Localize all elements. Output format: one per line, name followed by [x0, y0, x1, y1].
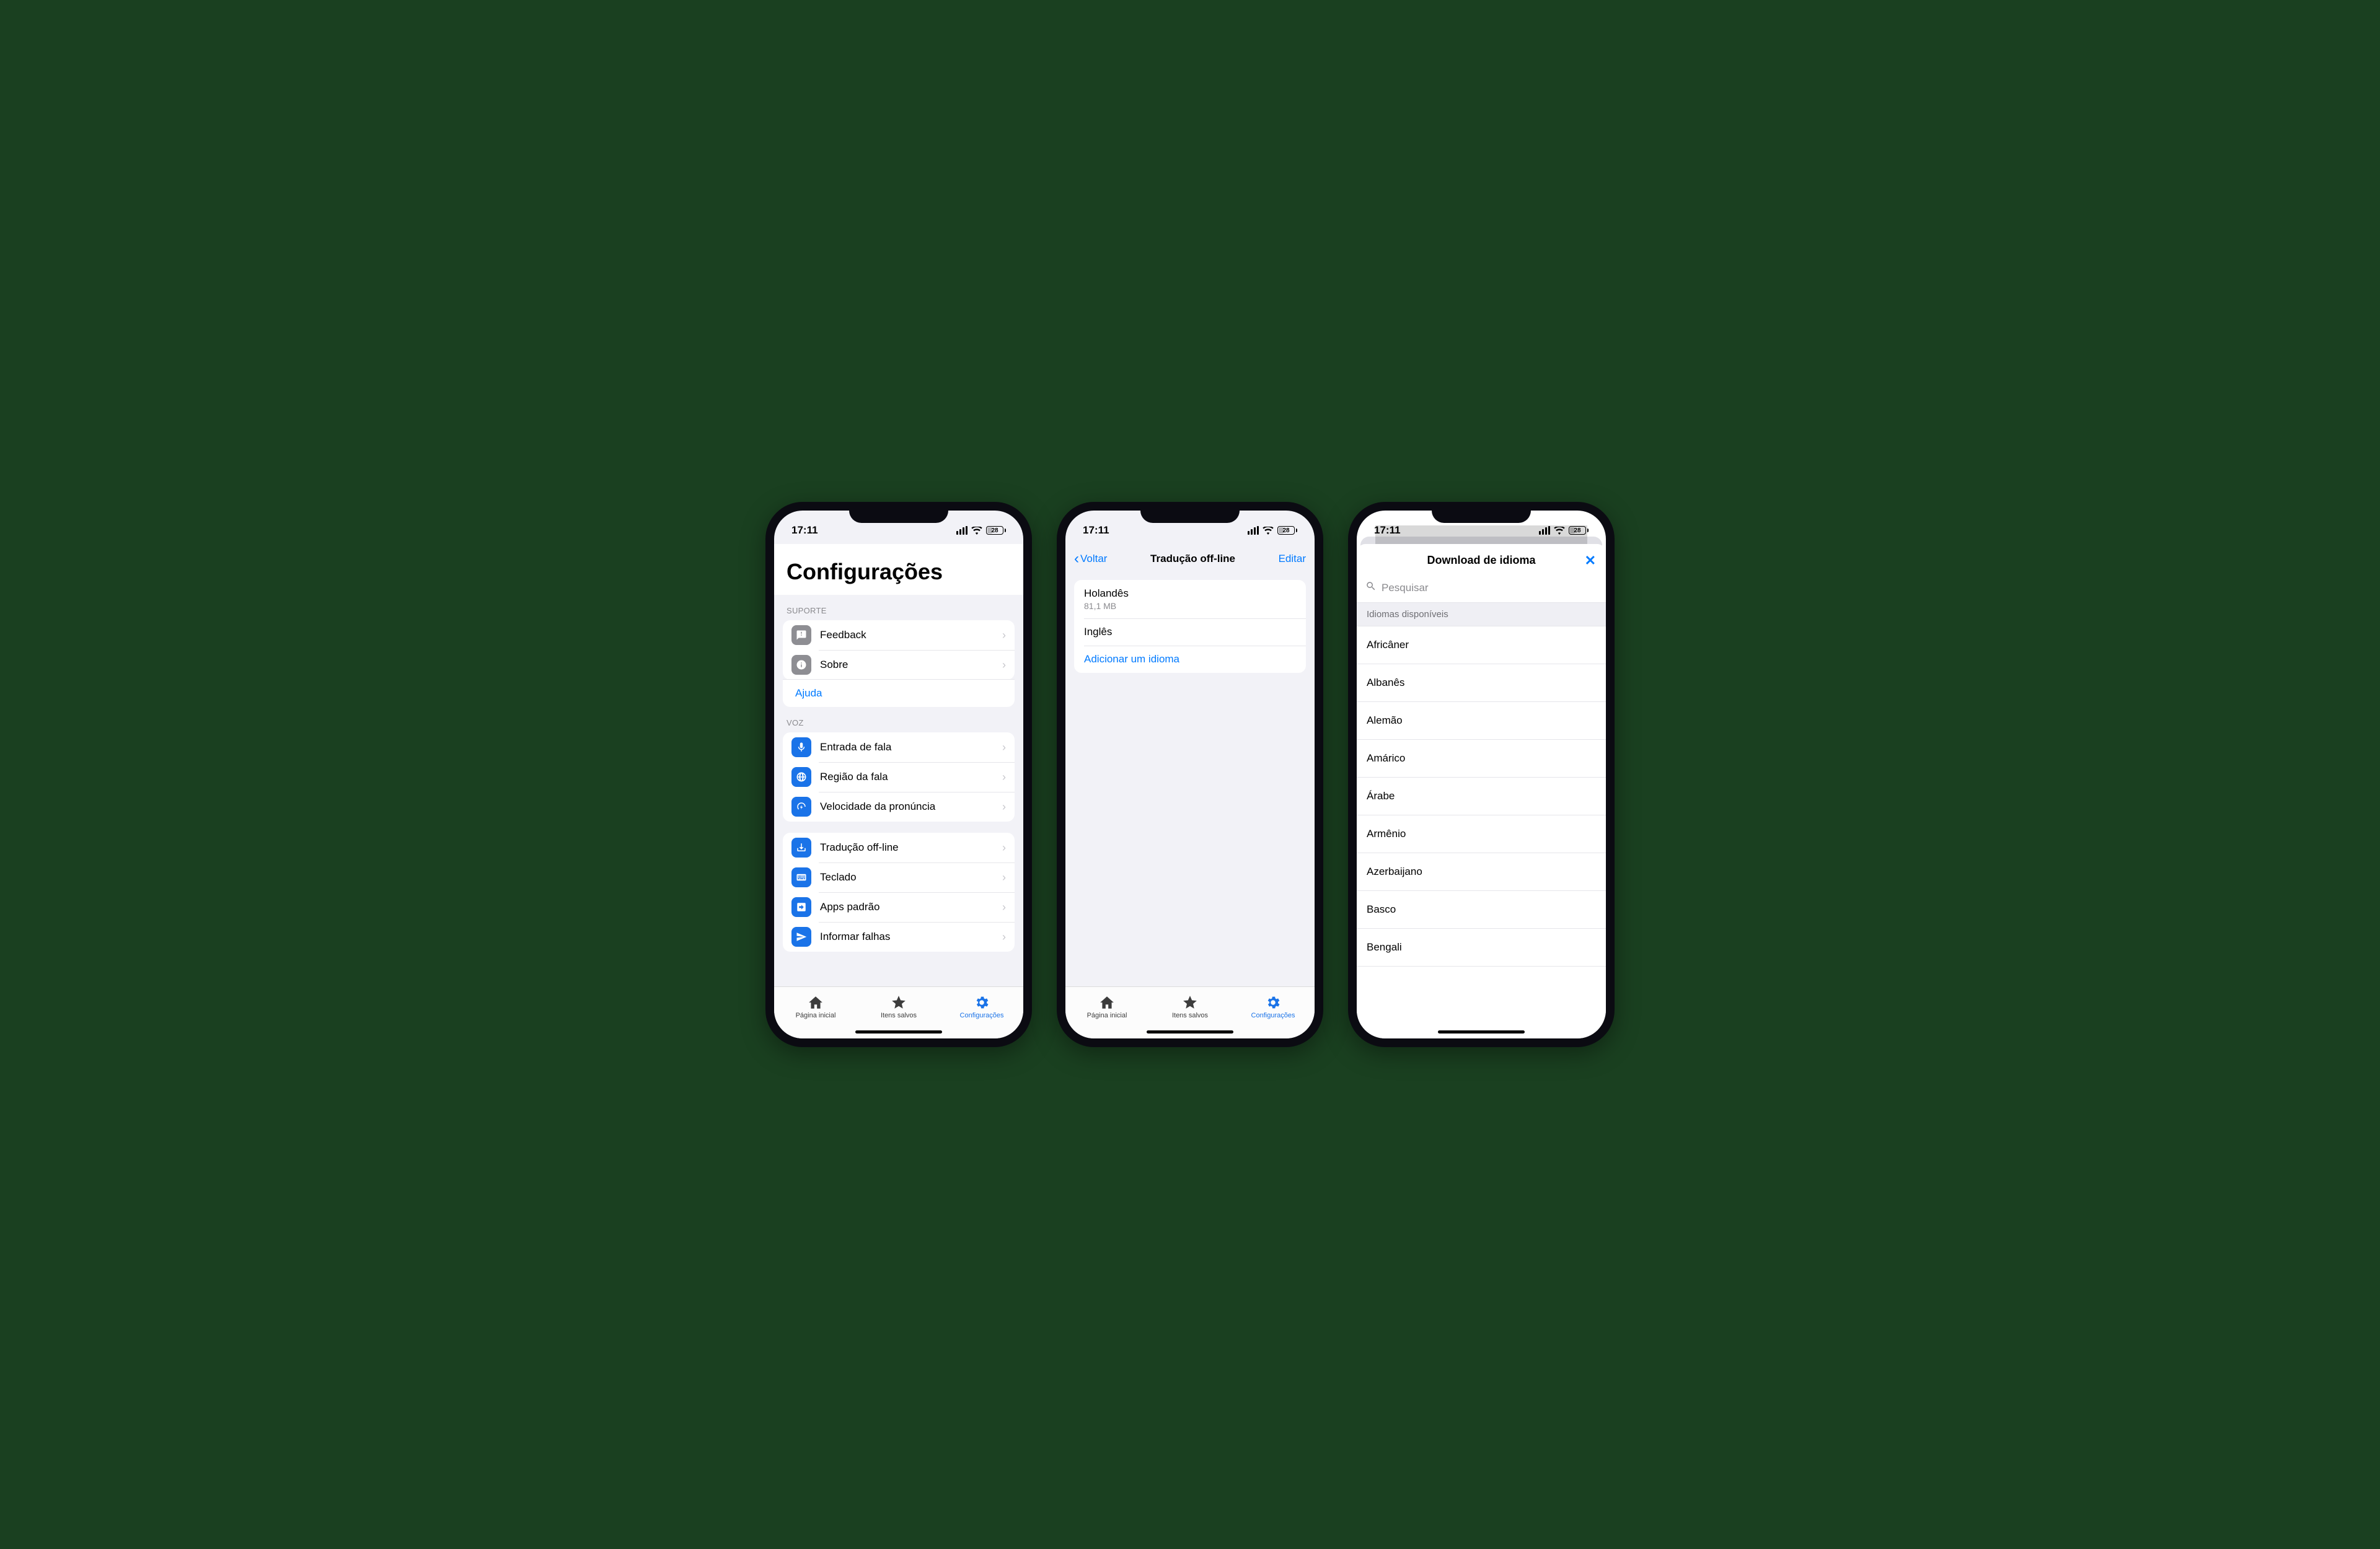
close-icon[interactable]: ✕ — [1585, 553, 1596, 569]
lang-row-holandes[interactable]: Holandês 81,1 MB — [1074, 580, 1306, 618]
nav-back-button[interactable]: ‹ Voltar — [1074, 550, 1107, 568]
mic-icon — [791, 737, 811, 757]
chevron-right-icon: › — [1002, 841, 1006, 854]
feedback-icon — [791, 625, 811, 645]
home-indicator[interactable] — [1147, 1030, 1233, 1033]
home-indicator[interactable] — [1438, 1030, 1525, 1033]
keyboard-icon — [791, 867, 811, 887]
list-item[interactable]: Alemão — [1357, 702, 1606, 740]
row-regiao-fala[interactable]: Região da fala › — [783, 762, 1015, 792]
status-time: 17:11 — [791, 524, 818, 537]
notch — [1432, 502, 1531, 523]
row-label: Região da fala — [820, 771, 994, 783]
search-input[interactable]: Pesquisar — [1357, 577, 1606, 603]
signal-icon — [1248, 526, 1259, 535]
chevron-right-icon: › — [1002, 629, 1006, 642]
phone-frame-3: 17:11 28 Download de idioma ✕ Pesquisar … — [1348, 502, 1615, 1047]
list-item[interactable]: Basco — [1357, 891, 1606, 929]
globe-icon — [791, 767, 811, 787]
download-language-sheet: Download de idioma ✕ Pesquisar Idiomas d… — [1357, 544, 1606, 1038]
chevron-right-icon: › — [1002, 659, 1006, 672]
list-item[interactable]: Bengali — [1357, 929, 1606, 967]
tab-settings[interactable]: Configurações — [1232, 987, 1315, 1026]
section-suporte-header: SUPORTE — [774, 595, 1023, 620]
phone-frame-2: 17:11 28 ‹ Voltar Tradução off-line Edit… — [1057, 502, 1323, 1047]
tab-home[interactable]: Página inicial — [774, 987, 857, 1026]
row-label: Feedback — [820, 629, 994, 641]
wifi-icon — [1263, 527, 1274, 535]
download-icon — [791, 838, 811, 858]
battery-icon: 28 — [1569, 526, 1589, 535]
list-item[interactable]: Albanês — [1357, 664, 1606, 702]
nav-edit-button[interactable]: Editar — [1279, 553, 1306, 565]
tab-home[interactable]: Página inicial — [1065, 987, 1148, 1026]
row-entrada-fala[interactable]: Entrada de fala › — [783, 732, 1015, 762]
home-indicator[interactable] — [855, 1030, 942, 1033]
nav-bar: ‹ Voltar Tradução off-line Editar — [1065, 544, 1315, 575]
link-ajuda[interactable]: Ajuda — [783, 679, 1015, 707]
offline-langs-group: Holandês 81,1 MB Inglês Adicionar um idi… — [1074, 580, 1306, 673]
send-icon — [791, 927, 811, 947]
group-geral: Tradução off-line › Teclado › Apps padrã… — [783, 833, 1015, 952]
tab-saved[interactable]: Itens salvos — [857, 987, 940, 1026]
notch — [849, 502, 948, 523]
row-sobre[interactable]: Sobre › — [783, 650, 1015, 680]
speed-icon — [791, 797, 811, 817]
chevron-left-icon: ‹ — [1074, 550, 1079, 568]
list-item[interactable]: Africâner — [1357, 626, 1606, 664]
row-teclado[interactable]: Teclado › — [783, 862, 1015, 892]
search-placeholder: Pesquisar — [1382, 582, 1429, 594]
status-time: 17:11 — [1374, 524, 1401, 537]
arrow-out-icon — [791, 897, 811, 917]
battery-icon: 28 — [986, 526, 1006, 535]
battery-icon: 28 — [1277, 526, 1297, 535]
group-suporte: Feedback › Sobre › — [783, 620, 1015, 680]
row-feedback[interactable]: Feedback › — [783, 620, 1015, 650]
row-label: Tradução off-line — [820, 841, 994, 854]
row-label: Sobre — [820, 659, 994, 671]
info-icon — [791, 655, 811, 675]
available-languages-list[interactable]: Africâner Albanês Alemão Amárico Árabe A… — [1357, 626, 1606, 1038]
chevron-right-icon: › — [1002, 901, 1006, 914]
signal-icon — [1539, 526, 1550, 535]
add-language-link[interactable]: Adicionar um idioma — [1074, 646, 1306, 673]
list-item[interactable]: Árabe — [1357, 778, 1606, 815]
tab-saved[interactable]: Itens salvos — [1148, 987, 1232, 1026]
chevron-right-icon: › — [1002, 801, 1006, 814]
status-time: 17:11 — [1083, 524, 1109, 537]
available-languages-header: Idiomas disponíveis — [1357, 603, 1606, 626]
row-label: Velocidade da pronúncia — [820, 801, 994, 813]
group-voz: Entrada de fala › Região da fala › Veloc… — [783, 732, 1015, 822]
chevron-right-icon: › — [1002, 771, 1006, 784]
tab-settings[interactable]: Configurações — [940, 987, 1023, 1026]
phone-frame-1: 17:11 28 Configurações SUPORTE Feedback … — [765, 502, 1032, 1047]
wifi-icon — [971, 527, 982, 535]
chevron-right-icon: › — [1002, 741, 1006, 754]
row-label: Informar falhas — [820, 931, 994, 943]
page-title: Configurações — [774, 544, 1023, 595]
list-item[interactable]: Amárico — [1357, 740, 1606, 778]
row-label: Apps padrão — [820, 901, 994, 913]
row-traducao-offline[interactable]: Tradução off-line › — [783, 833, 1015, 862]
sheet-title: Download de idioma ✕ — [1357, 544, 1606, 577]
row-label: Entrada de fala — [820, 741, 994, 753]
row-informar-falhas[interactable]: Informar falhas › — [783, 922, 1015, 952]
section-voz-header: VOZ — [774, 707, 1023, 732]
row-velocidade[interactable]: Velocidade da pronúncia › — [783, 792, 1015, 822]
wifi-icon — [1554, 527, 1565, 535]
list-item[interactable]: Azerbaijano — [1357, 853, 1606, 891]
list-item[interactable]: Armênio — [1357, 815, 1606, 853]
row-apps-padrao[interactable]: Apps padrão › — [783, 892, 1015, 922]
chevron-right-icon: › — [1002, 871, 1006, 884]
nav-title: Tradução off-line — [1150, 553, 1235, 565]
chevron-right-icon: › — [1002, 931, 1006, 944]
notch — [1140, 502, 1240, 523]
row-label: Teclado — [820, 871, 994, 884]
lang-row-ingles[interactable]: Inglês — [1074, 618, 1306, 646]
search-icon — [1365, 581, 1377, 595]
signal-icon — [956, 526, 967, 535]
